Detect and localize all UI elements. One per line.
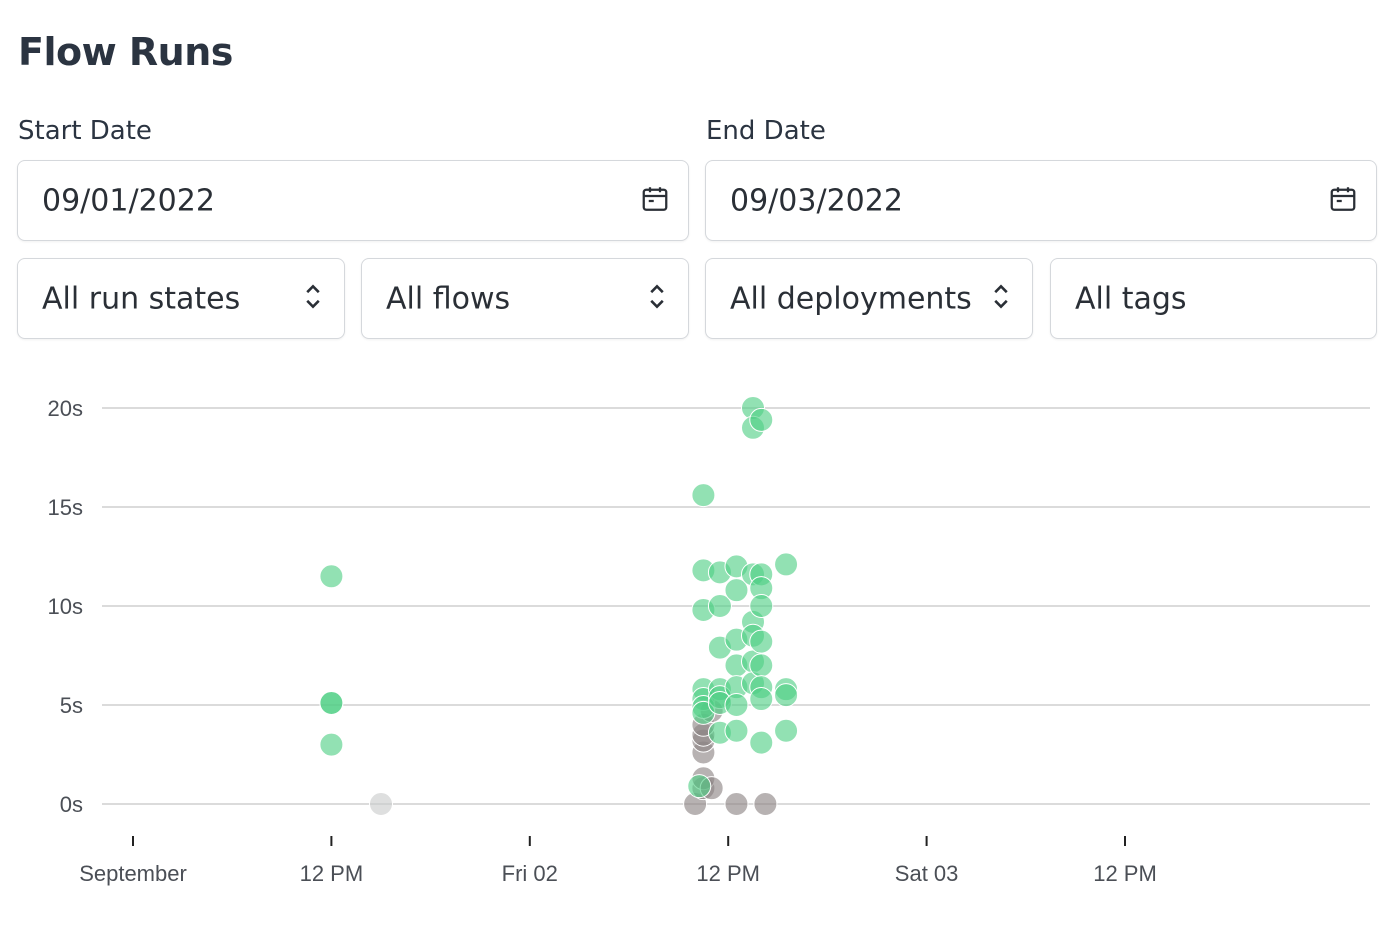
flow-run-point-completed — [319, 732, 344, 757]
tags-input[interactable]: All tags — [1050, 258, 1377, 339]
flow-run-point-completed — [749, 653, 774, 678]
y-tick-label: 15s — [48, 495, 83, 520]
x-tick-label: 12 PM — [1093, 861, 1157, 886]
start-date-value: 09/01/2022 — [42, 183, 215, 218]
flow-run-point-completed — [749, 629, 774, 654]
end-date-input[interactable]: 09/03/2022 — [705, 160, 1377, 241]
flow-run-point-completed — [774, 718, 799, 743]
flow-run-point-other — [753, 792, 778, 816]
x-tick-label: Sat 03 — [895, 861, 959, 886]
chevron-up-down-icon — [304, 283, 322, 314]
flow-run-point-completed — [749, 594, 774, 618]
tags-value: All tags — [1075, 281, 1187, 316]
page-title: Flow Runs — [18, 30, 233, 74]
flow-run-point-completed — [724, 718, 749, 743]
deployments-value: All deployments — [730, 281, 972, 316]
flow-run-point-completed — [749, 687, 774, 712]
calendar-icon[interactable] — [1328, 183, 1358, 218]
flow-run-point-scheduled — [369, 792, 393, 816]
start-date-label: Start Date — [18, 116, 152, 146]
flows-value: All flows — [386, 281, 511, 316]
flow-run-point-completed — [319, 564, 344, 589]
y-tick-label: 20s — [48, 396, 83, 421]
x-tick-label: 12 PM — [696, 861, 760, 886]
flow-run-point-other — [724, 792, 749, 816]
flow-run-point-completed — [749, 407, 774, 432]
end-date-value: 09/03/2022 — [730, 183, 903, 218]
flow-run-point-completed — [691, 483, 716, 508]
y-tick-label: 10s — [48, 594, 83, 619]
x-tick-label: 12 PM — [300, 861, 364, 886]
end-date-label: End Date — [706, 116, 826, 146]
deployments-select[interactable]: All deployments — [705, 258, 1033, 339]
flow-run-point-completed — [774, 683, 799, 708]
x-tick-label: September — [79, 861, 187, 886]
run-states-select[interactable]: All run states — [17, 258, 345, 339]
y-tick-label: 5s — [60, 693, 83, 718]
flow-run-point-completed — [749, 730, 774, 755]
flow-run-point-completed — [319, 691, 344, 716]
run-states-value: All run states — [42, 281, 241, 316]
chevron-up-down-icon — [648, 283, 666, 314]
chevron-up-down-icon — [992, 283, 1010, 314]
flow-run-point-completed — [774, 552, 799, 577]
calendar-icon[interactable] — [640, 183, 670, 218]
flows-select[interactable]: All flows — [361, 258, 689, 339]
flow-runs-scatter-chart: 0s 5s 10s 15s 20s September 12 PM Fri 02 12 PM Sa… — [48, 396, 1370, 886]
x-tick-label: Fri 02 — [502, 861, 558, 886]
start-date-input[interactable]: 09/01/2022 — [17, 160, 689, 241]
flow-run-point-completed — [687, 774, 712, 799]
flow-run-point-completed — [724, 693, 749, 717]
y-tick-label: 0s — [60, 792, 83, 817]
